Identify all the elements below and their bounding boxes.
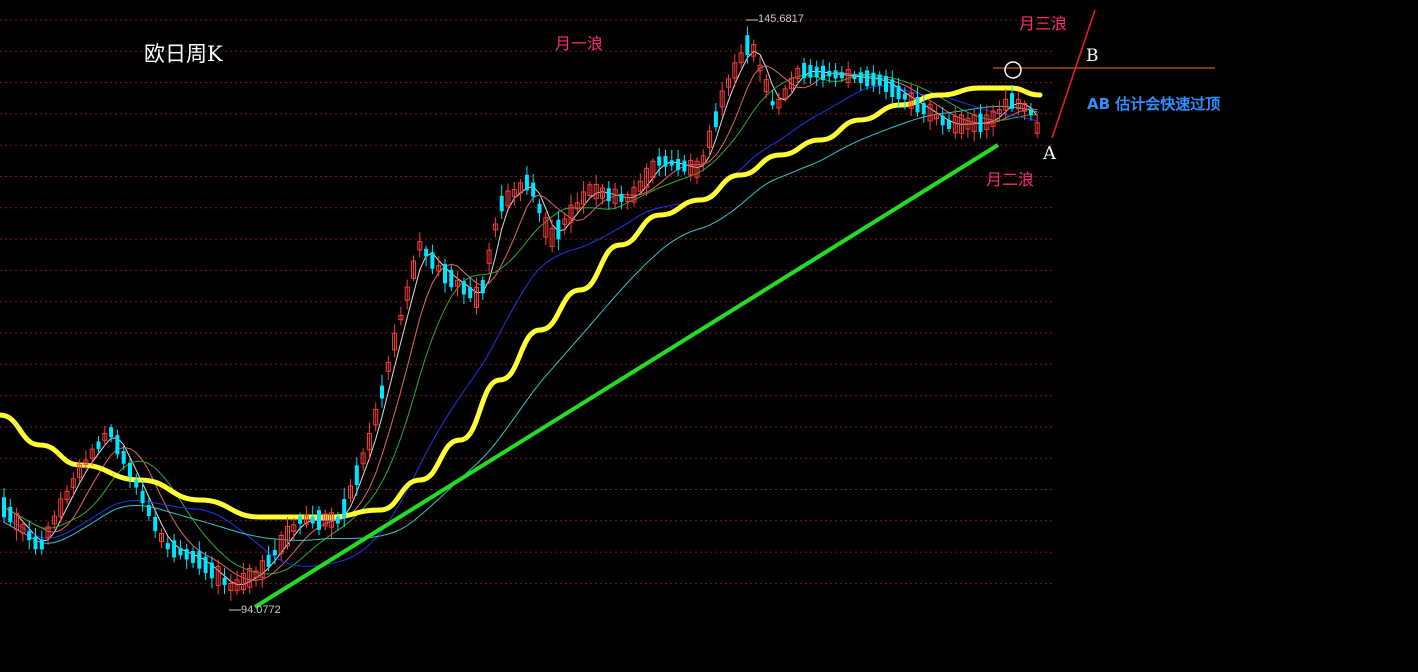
candle-body: [663, 155, 668, 167]
trend-line: [253, 143, 1000, 609]
candle-body: [871, 72, 876, 86]
candle-body: [335, 516, 340, 524]
candle-body: [1028, 109, 1033, 116]
candle-body: [745, 35, 750, 56]
candle-body: [27, 531, 32, 541]
candle-body: [197, 550, 202, 569]
candle-body: [146, 505, 151, 516]
candle-body: [468, 287, 473, 299]
ma-line-blue: [3, 85, 1038, 567]
forecast-note: AB 估计会快速过顶: [1087, 95, 1221, 113]
point-b-label: B: [1086, 46, 1099, 66]
high-price-label: 145.6817: [758, 13, 804, 25]
candle-body: [814, 66, 819, 78]
candle-body: [191, 550, 195, 564]
candle-body: [713, 111, 718, 127]
low-price-label: 94.0772: [241, 604, 281, 616]
candle-body: [33, 536, 38, 550]
candle-body: [134, 479, 139, 488]
candle-body: [839, 72, 844, 79]
candle-body: [821, 65, 825, 81]
candle-body: [940, 115, 945, 126]
candle-body: [802, 62, 807, 79]
candle-body: [947, 119, 951, 129]
candle-body: [978, 113, 983, 132]
candle-body: [865, 70, 870, 87]
candle-body: [770, 101, 775, 106]
candle-body: [556, 219, 561, 240]
candle-body: [317, 510, 321, 530]
candle-body: [165, 543, 170, 550]
candle-body: [480, 280, 485, 294]
candle-body: [298, 516, 303, 524]
candle-body: [657, 156, 662, 166]
candle-body: [342, 499, 347, 519]
candle-body: [203, 556, 208, 574]
candle-body: [896, 85, 901, 100]
candle-body: [128, 462, 132, 478]
candle-body: [115, 435, 120, 455]
candle-body: [833, 70, 838, 79]
chart-title: 欧日周K: [144, 42, 223, 66]
candle-body: [858, 72, 863, 83]
candle-body: [827, 70, 832, 77]
candle-body: [380, 385, 384, 399]
candle-body: [443, 264, 447, 284]
candle-body: [222, 577, 227, 586]
candle-body: [669, 160, 674, 166]
wave1-label: 月一浪: [555, 34, 604, 53]
candle-body: [524, 174, 529, 191]
candle-body: [915, 96, 920, 113]
candle-body: [884, 76, 888, 92]
candle-body: [877, 74, 882, 86]
candle-body: [537, 203, 542, 214]
candle-body: [852, 74, 857, 80]
candle-body: [676, 159, 681, 171]
candle-body: [96, 441, 101, 450]
ma-line-yellow: [0, 85, 1043, 520]
candle-body: [902, 93, 907, 100]
candle-body: [531, 182, 536, 197]
candle-body: [109, 427, 114, 438]
ma-line-green: [3, 73, 1038, 575]
candle-body: [8, 506, 13, 522]
candle-body: [449, 269, 454, 288]
wave3-label: 月三浪: [1019, 14, 1068, 33]
point-a-label: A: [1043, 143, 1056, 164]
candle-body: [272, 549, 277, 556]
candle-body: [2, 497, 6, 518]
candle-body: [153, 516, 158, 532]
candle-body: [172, 540, 177, 558]
moving-averages: [0, 50, 1043, 585]
candle-body: [1010, 93, 1014, 109]
candle-body: [682, 160, 687, 172]
candle-body: [178, 547, 183, 556]
candle-body: [354, 465, 359, 486]
candle-body: [39, 539, 44, 550]
candle-body: [808, 65, 813, 78]
candle-body: [184, 549, 189, 560]
candle-body: [310, 516, 315, 524]
candle-body: [619, 193, 624, 202]
wave2-label: 月二浪: [986, 170, 1035, 189]
candle-body: [424, 248, 429, 257]
b-marker-circle: [1004, 61, 1022, 79]
candle-body: [890, 79, 895, 98]
candle-body: [121, 451, 126, 464]
candle-body: [209, 562, 214, 579]
candle-body: [266, 554, 271, 567]
candle-body: [921, 103, 926, 115]
candle-body: [461, 281, 466, 295]
candle-body: [606, 188, 611, 202]
candle-body: [140, 490, 145, 504]
ma-line-cyan: [3, 105, 1038, 544]
candle-body: [499, 195, 504, 212]
candle-body: [430, 252, 435, 269]
